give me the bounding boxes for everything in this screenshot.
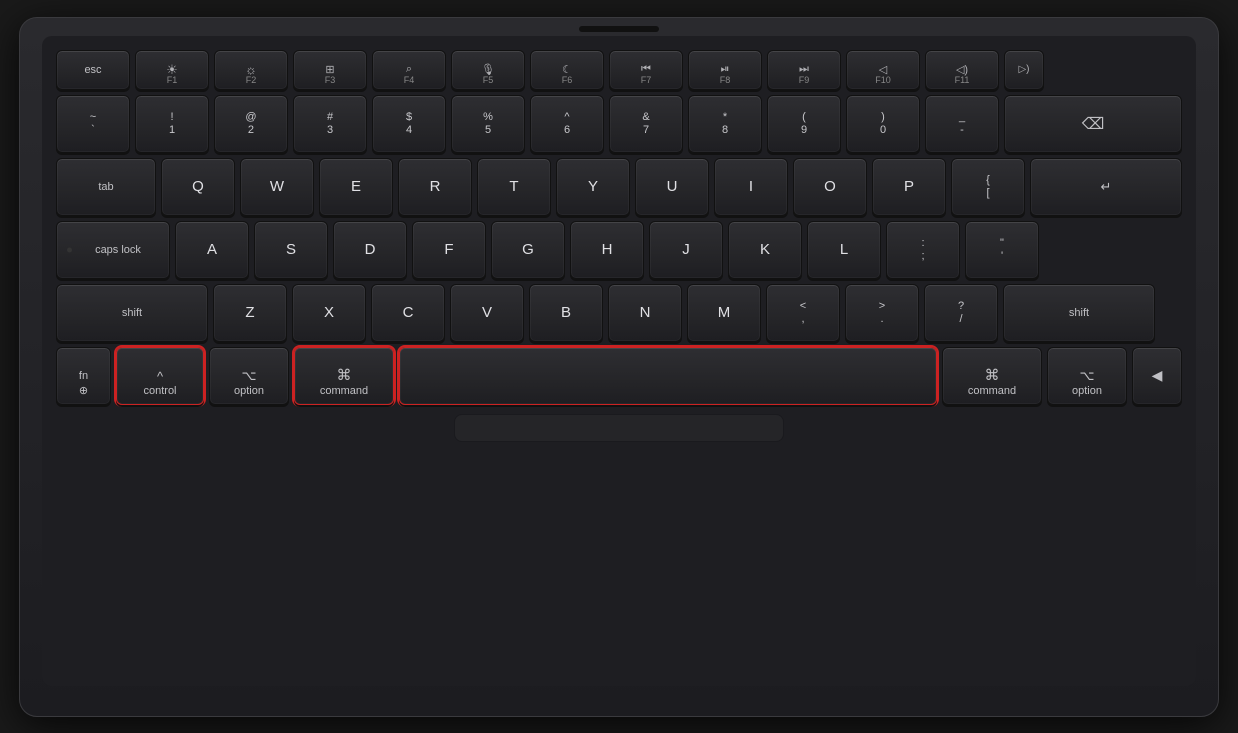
key-comma[interactable]: < , bbox=[766, 284, 840, 342]
key-return[interactable]: ↵ bbox=[1030, 158, 1182, 216]
key-f5[interactable]: 🎙 F5 bbox=[451, 50, 525, 90]
key-f10[interactable]: ◁ F10 bbox=[846, 50, 920, 90]
key-minus[interactable]: _ - bbox=[925, 95, 999, 153]
key-z[interactable]: Z bbox=[213, 284, 287, 342]
key-e[interactable]: E bbox=[319, 158, 393, 216]
key-w[interactable]: W bbox=[240, 158, 314, 216]
key-5[interactable]: % 5 bbox=[451, 95, 525, 153]
laptop-body: esc ☀ F1 ☼ F2 ⊞ F3 ⌕ F4 🎙 F5 bbox=[19, 17, 1219, 717]
key-0[interactable]: ) 0 bbox=[846, 95, 920, 153]
key-space[interactable] bbox=[399, 347, 937, 405]
key-f[interactable]: F bbox=[412, 221, 486, 279]
key-d[interactable]: D bbox=[333, 221, 407, 279]
key-x[interactable]: X bbox=[292, 284, 366, 342]
qwerty-row: tab Q W E R T Y U I bbox=[56, 158, 1182, 216]
key-4[interactable]: $ 4 bbox=[372, 95, 446, 153]
bottom-row: fn ⊕ ^ control ⌥ option ⌘ command ⌘ comm… bbox=[56, 347, 1182, 405]
zxcv-row: shift Z X C V B N M bbox=[56, 284, 1182, 342]
key-3[interactable]: # 3 bbox=[293, 95, 367, 153]
key-n[interactable]: N bbox=[608, 284, 682, 342]
key-command-left[interactable]: ⌘ command bbox=[294, 347, 394, 405]
key-f4[interactable]: ⌕ F4 bbox=[372, 50, 446, 90]
key-f3[interactable]: ⊞ F3 bbox=[293, 50, 367, 90]
key-tab[interactable]: tab bbox=[56, 158, 156, 216]
key-f6[interactable]: ☾ F6 bbox=[530, 50, 604, 90]
notch-bar bbox=[579, 26, 659, 32]
key-quote[interactable]: " ' bbox=[965, 221, 1039, 279]
key-period[interactable]: > . bbox=[845, 284, 919, 342]
key-i[interactable]: I bbox=[714, 158, 788, 216]
key-control[interactable]: ^ control bbox=[116, 347, 204, 405]
key-b[interactable]: B bbox=[529, 284, 603, 342]
key-u[interactable]: U bbox=[635, 158, 709, 216]
key-h[interactable]: H bbox=[570, 221, 644, 279]
key-esc[interactable]: esc bbox=[56, 50, 130, 90]
key-f9[interactable]: ⏭ F9 bbox=[767, 50, 841, 90]
keyboard-area: esc ☀ F1 ☼ F2 ⊞ F3 ⌕ F4 🎙 F5 bbox=[42, 36, 1196, 686]
key-option-right[interactable]: ⌥ option bbox=[1047, 347, 1127, 405]
key-6[interactable]: ^ 6 bbox=[530, 95, 604, 153]
key-f2[interactable]: ☼ F2 bbox=[214, 50, 288, 90]
number-row: ~ ` ! 1 @ 2 # 3 bbox=[56, 95, 1182, 153]
key-command-right[interactable]: ⌘ command bbox=[942, 347, 1042, 405]
key-c[interactable]: C bbox=[371, 284, 445, 342]
key-v[interactable]: V bbox=[450, 284, 524, 342]
key-shift-left[interactable]: shift bbox=[56, 284, 208, 342]
key-2[interactable]: @ 2 bbox=[214, 95, 288, 153]
key-fn[interactable]: fn ⊕ bbox=[56, 347, 111, 405]
key-t[interactable]: T bbox=[477, 158, 551, 216]
key-7[interactable]: & 7 bbox=[609, 95, 683, 153]
key-g[interactable]: G bbox=[491, 221, 565, 279]
key-8[interactable]: * 8 bbox=[688, 95, 762, 153]
key-p[interactable]: P bbox=[872, 158, 946, 216]
key-q[interactable]: Q bbox=[161, 158, 235, 216]
key-f1[interactable]: ☀ F1 bbox=[135, 50, 209, 90]
key-o[interactable]: O bbox=[793, 158, 867, 216]
key-backspace[interactable]: ⌫ bbox=[1004, 95, 1182, 153]
key-y[interactable]: Y bbox=[556, 158, 630, 216]
asdf-row: caps lock A S D F G H J bbox=[56, 221, 1182, 279]
fn-row: esc ☀ F1 ☼ F2 ⊞ F3 ⌕ F4 🎙 F5 bbox=[56, 50, 1182, 90]
trackpad[interactable] bbox=[454, 414, 784, 442]
key-r[interactable]: R bbox=[398, 158, 472, 216]
key-f7[interactable]: ⏮ F7 bbox=[609, 50, 683, 90]
key-semicolon[interactable]: : ; bbox=[886, 221, 960, 279]
key-open-bracket[interactable]: { [ bbox=[951, 158, 1025, 216]
key-f12[interactable]: ▷) bbox=[1004, 50, 1044, 90]
key-arrow-left[interactable]: ◀ bbox=[1132, 347, 1182, 405]
caps-lock-indicator bbox=[67, 247, 72, 252]
key-1[interactable]: ! 1 bbox=[135, 95, 209, 153]
key-m[interactable]: M bbox=[687, 284, 761, 342]
key-option-left[interactable]: ⌥ option bbox=[209, 347, 289, 405]
key-l[interactable]: L bbox=[807, 221, 881, 279]
trackpad-area bbox=[56, 414, 1182, 442]
key-f11[interactable]: ◁) F11 bbox=[925, 50, 999, 90]
key-s[interactable]: S bbox=[254, 221, 328, 279]
key-backtick[interactable]: ~ ` bbox=[56, 95, 130, 153]
key-a[interactable]: A bbox=[175, 221, 249, 279]
key-slash[interactable]: ? / bbox=[924, 284, 998, 342]
key-9[interactable]: ( 9 bbox=[767, 95, 841, 153]
key-caps-lock[interactable]: caps lock bbox=[56, 221, 170, 279]
key-j[interactable]: J bbox=[649, 221, 723, 279]
key-shift-right[interactable]: shift bbox=[1003, 284, 1155, 342]
key-f8[interactable]: ⏯ F8 bbox=[688, 50, 762, 90]
key-k[interactable]: K bbox=[728, 221, 802, 279]
